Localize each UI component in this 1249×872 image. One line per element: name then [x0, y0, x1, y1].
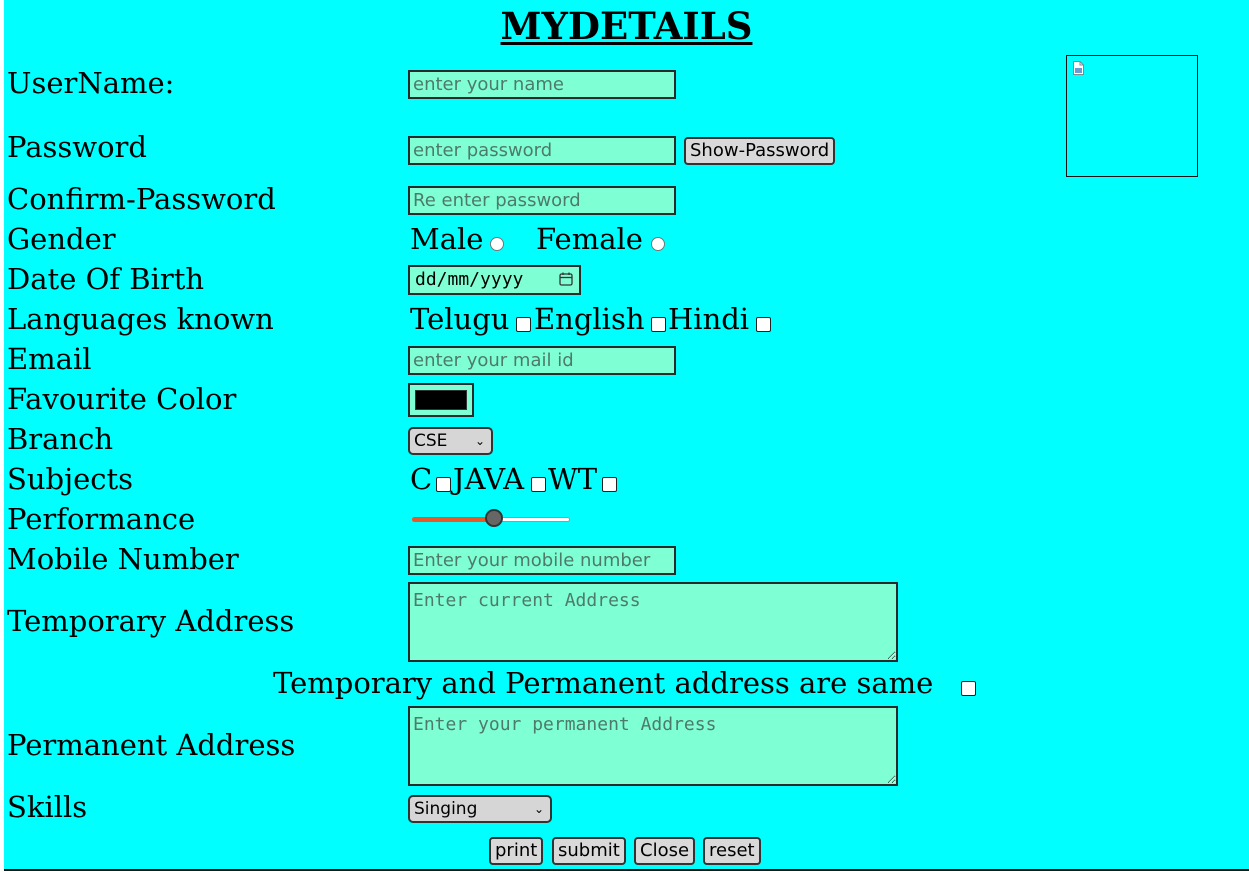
- slider-thumb[interactable]: [485, 509, 503, 527]
- password-label: Password: [7, 130, 147, 164]
- language-english-checkbox[interactable]: [651, 317, 666, 332]
- temp-address-label: Temporary Address: [7, 604, 295, 638]
- gender-female-label: Female: [536, 222, 643, 256]
- dob-input[interactable]: dd/mm/yyyy: [408, 265, 581, 295]
- performance-slider[interactable]: [410, 508, 574, 530]
- subject-wt-label: WT: [548, 462, 598, 496]
- email-input[interactable]: [408, 346, 676, 375]
- username-input[interactable]: [408, 70, 676, 99]
- skills-select[interactable]: Singing ⌄: [408, 795, 552, 823]
- subjects-label: Subjects: [7, 462, 134, 496]
- username-label: UserName:: [7, 66, 175, 100]
- perm-address-textarea[interactable]: [408, 706, 898, 786]
- subject-java-checkbox[interactable]: [531, 477, 546, 492]
- perm-address-label: Permanent Address: [7, 728, 296, 762]
- branch-select[interactable]: CSE ⌄: [408, 427, 493, 455]
- language-telugu-checkbox[interactable]: [516, 317, 531, 332]
- mobile-input[interactable]: [408, 546, 676, 575]
- email-label: Email: [7, 342, 92, 376]
- page-title: MYDETAILS: [500, 4, 753, 48]
- subject-c-checkbox[interactable]: [436, 477, 451, 492]
- show-password-button[interactable]: Show-Password: [684, 137, 836, 165]
- performance-label: Performance: [7, 502, 196, 536]
- reset-button[interactable]: reset: [703, 837, 761, 865]
- subject-c-label: C: [410, 462, 433, 496]
- gender-male-label: Male: [410, 222, 484, 256]
- language-hindi-label: Hindi: [668, 302, 750, 336]
- confirm-password-label: Confirm-Password: [7, 182, 276, 216]
- mobile-label: Mobile Number: [7, 542, 239, 576]
- gender-label: Gender: [7, 222, 116, 256]
- color-swatch: [415, 390, 467, 410]
- broken-image-icon: [1073, 61, 1084, 75]
- chevron-down-icon: ⌄: [474, 434, 485, 448]
- subject-wt-checkbox[interactable]: [602, 477, 617, 492]
- profile-photo: [1066, 55, 1198, 177]
- print-button[interactable]: print: [489, 837, 544, 865]
- branch-selected-value: CSE: [414, 431, 448, 451]
- chevron-down-icon: ⌄: [533, 802, 544, 816]
- subject-java-label: JAVA: [453, 462, 525, 496]
- password-input[interactable]: [408, 136, 676, 165]
- temp-address-textarea[interactable]: [408, 582, 898, 662]
- gender-female-radio[interactable]: [651, 237, 665, 251]
- same-address-label: Temporary and Permanent address are same: [273, 666, 934, 700]
- skills-selected-value: Singing: [414, 799, 478, 819]
- slider-fill: [412, 517, 491, 522]
- color-picker[interactable]: [408, 383, 474, 417]
- fav-color-label: Favourite Color: [7, 382, 237, 416]
- form-page: MYDETAILS UserName: Password Show-Passwo…: [4, 0, 1249, 871]
- confirm-password-input[interactable]: [408, 186, 676, 215]
- skills-label: Skills: [7, 790, 88, 824]
- language-english-label: English: [534, 302, 645, 336]
- language-telugu-label: Telugu: [410, 302, 510, 336]
- languages-label: Languages known: [7, 302, 274, 336]
- gender-male-radio[interactable]: [490, 237, 504, 251]
- language-hindi-checkbox[interactable]: [756, 317, 771, 332]
- dob-placeholder: dd/mm/yyyy: [415, 269, 524, 290]
- dob-label: Date Of Birth: [7, 262, 205, 296]
- calendar-icon[interactable]: [559, 272, 573, 286]
- submit-button[interactable]: submit: [552, 837, 626, 865]
- same-address-checkbox[interactable]: [961, 681, 976, 696]
- branch-label: Branch: [7, 422, 114, 456]
- close-button[interactable]: Close: [634, 837, 696, 865]
